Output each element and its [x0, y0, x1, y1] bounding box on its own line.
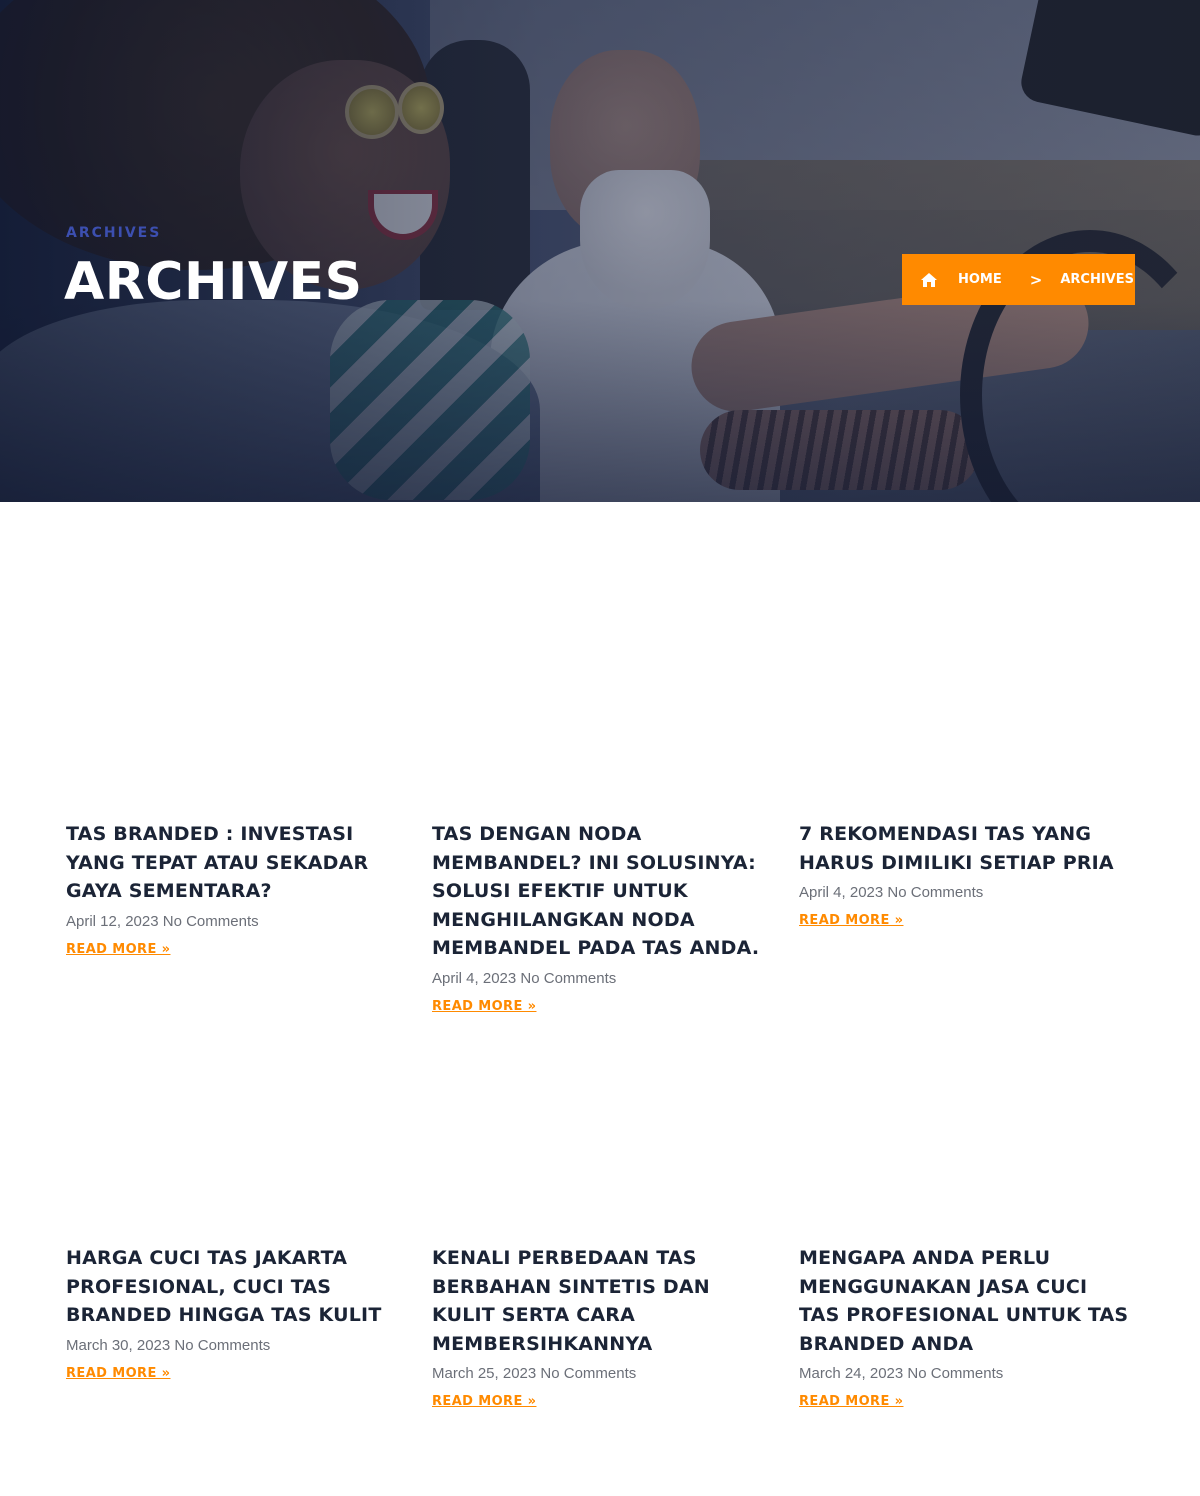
read-more-link[interactable]: READ MORE » — [799, 913, 903, 928]
post-title-link[interactable]: MENGAPA ANDA PERLU MENGGUNAKAN JASA CUCI… — [799, 1244, 1134, 1358]
read-more-link[interactable]: READ MORE » — [799, 1394, 903, 1409]
post-card: TAS DENGAN NODA MEMBANDEL? INI SOLUSINYA… — [432, 820, 767, 1015]
post-comments-link[interactable]: No Comments — [163, 913, 259, 930]
post-title-link[interactable]: KENALI PERBEDAAN TAS BERBAHAN SINTETIS D… — [432, 1244, 767, 1358]
home-icon[interactable] — [920, 272, 938, 288]
post-card: 7 REKOMENDASI TAS YANG HARUS DIMILIKI SE… — [799, 820, 1134, 929]
hero-subtitle: ARCHIVES — [66, 225, 162, 241]
post-meta: March 30, 2023 No Comments — [66, 1336, 401, 1356]
read-more-link[interactable]: READ MORE » — [66, 1366, 170, 1381]
page-title: ARCHIVES — [64, 252, 363, 312]
post-card: MENGAPA ANDA PERLU MENGGUNAKAN JASA CUCI… — [799, 1244, 1134, 1410]
post-meta: April 4, 2023 No Comments — [799, 883, 1134, 903]
read-more-link[interactable]: READ MORE » — [432, 999, 536, 1014]
post-meta: March 24, 2023 No Comments — [799, 1364, 1134, 1384]
post-title-link[interactable]: HARGA CUCI TAS JAKARTA PROFESIONAL, CUCI… — [66, 1244, 401, 1330]
post-date: March 25, 2023 — [432, 1365, 537, 1382]
post-meta: April 4, 2023 No Comments — [432, 969, 767, 989]
post-title-link[interactable]: TAS BRANDED : INVESTASI YANG TEPAT ATAU … — [66, 820, 401, 906]
post-date: March 24, 2023 — [799, 1365, 904, 1382]
post-date: March 30, 2023 — [66, 1336, 171, 1354]
hero-overlay — [0, 0, 1200, 502]
hero-banner: ARCHIVES ARCHIVES HOME > ARCHIVES — [0, 0, 1200, 502]
post-date: April 12, 2023 — [66, 912, 159, 930]
post-card: KENALI PERBEDAAN TAS BERBAHAN SINTETIS D… — [432, 1244, 767, 1410]
breadcrumb-home-link[interactable]: HOME — [958, 272, 1002, 287]
chevron-right-icon: > — [1029, 270, 1043, 289]
read-more-link[interactable]: READ MORE » — [66, 942, 170, 957]
post-card: TAS BRANDED : INVESTASI YANG TEPAT ATAU … — [66, 820, 401, 958]
post-date: April 4, 2023 — [432, 969, 517, 987]
post-comments-link[interactable]: No Comments — [174, 1337, 270, 1354]
post-date: April 4, 2023 — [799, 884, 884, 901]
read-more-link[interactable]: READ MORE » — [432, 1394, 536, 1409]
post-meta: March 25, 2023 No Comments — [432, 1364, 767, 1384]
breadcrumb: HOME > ARCHIVES — [902, 254, 1135, 305]
post-card: HARGA CUCI TAS JAKARTA PROFESIONAL, CUCI… — [66, 1244, 401, 1382]
breadcrumb-current: ARCHIVES — [1060, 272, 1134, 287]
post-comments-link[interactable]: No Comments — [520, 970, 616, 987]
post-meta: April 12, 2023 No Comments — [66, 912, 401, 932]
post-comments-link[interactable]: No Comments — [907, 1365, 1003, 1382]
post-title-link[interactable]: 7 REKOMENDASI TAS YANG HARUS DIMILIKI SE… — [799, 820, 1134, 877]
post-comments-link[interactable]: No Comments — [540, 1365, 636, 1382]
post-title-link[interactable]: TAS DENGAN NODA MEMBANDEL? INI SOLUSINYA… — [432, 820, 767, 963]
post-comments-link[interactable]: No Comments — [887, 884, 983, 901]
